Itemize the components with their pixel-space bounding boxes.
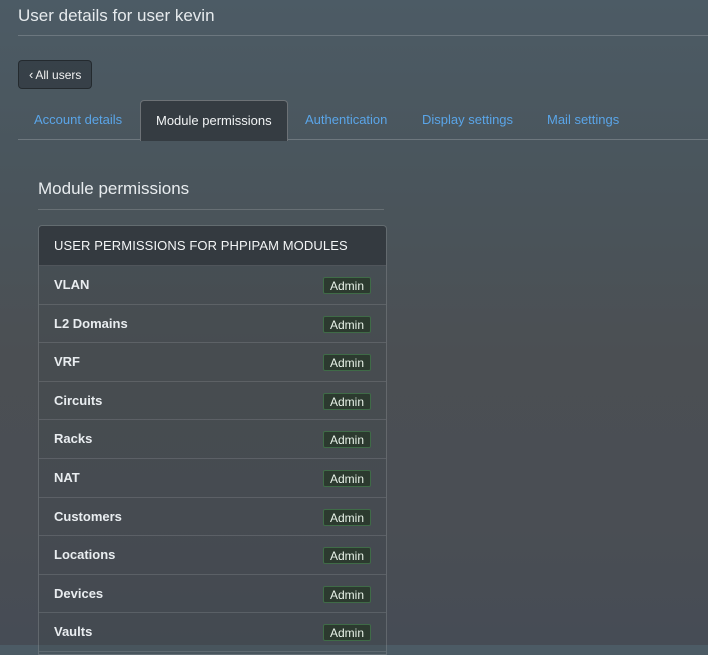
- module-name: VRF: [54, 354, 80, 370]
- permission-badge: Admin: [322, 431, 371, 449]
- table-row: Vaults Admin: [39, 613, 386, 652]
- permission-badge: Admin: [322, 392, 371, 410]
- tab-module-permissions[interactable]: Module permissions: [140, 100, 288, 141]
- module-name: Circuits: [54, 392, 103, 408]
- tab-display-settings[interactable]: Display settings: [422, 100, 513, 140]
- table-row: Circuits Admin: [39, 382, 386, 421]
- user-tabs: Account details Module permissions Authe…: [18, 100, 708, 141]
- permission-badge: Admin: [322, 585, 371, 603]
- tab-account-details[interactable]: Account details: [34, 100, 122, 140]
- all-users-label: All users: [35, 67, 82, 82]
- table-row: Devices Admin: [39, 575, 386, 614]
- section-divider: [38, 209, 384, 210]
- panel-heading: USER PERMISSIONS FOR PHPIPAM MODULES: [39, 226, 386, 266]
- module-name: NAT: [54, 469, 80, 485]
- tab-authentication[interactable]: Authentication: [305, 100, 387, 140]
- permission-badge: Admin: [322, 508, 371, 526]
- permission-badge: Admin: [322, 354, 371, 372]
- module-name: Customers: [54, 508, 122, 524]
- table-row: VLAN Admin: [39, 266, 386, 305]
- permission-badge: Admin: [322, 315, 371, 333]
- title-divider: [18, 35, 708, 36]
- table-row: VRF Admin: [39, 343, 386, 382]
- permission-badge: Admin: [322, 547, 371, 565]
- section-title: Module permissions: [38, 179, 190, 198]
- module-name: Racks: [54, 431, 93, 447]
- module-name: L2 Domains: [54, 315, 128, 331]
- module-name: Devices: [54, 585, 104, 601]
- permission-badge: Admin: [322, 624, 371, 642]
- table-row: Locations Admin: [39, 536, 386, 575]
- permissions-panel: USER PERMISSIONS FOR PHPIPAM MODULES VLA…: [38, 225, 387, 655]
- module-name: Vaults: [54, 624, 93, 640]
- table-row: Racks Admin: [39, 420, 386, 459]
- module-name: Locations: [54, 547, 116, 563]
- tab-mail-settings[interactable]: Mail settings: [547, 100, 619, 140]
- page-title: User details for user kevin: [18, 6, 215, 25]
- table-row: Customers Admin: [39, 498, 386, 537]
- chevron-left-icon: ‹: [29, 66, 34, 82]
- module-name: VLAN: [54, 277, 90, 292]
- all-users-button[interactable]: ‹ All users: [18, 60, 93, 89]
- table-row: NAT Admin: [39, 459, 386, 498]
- permission-badge: Admin: [322, 277, 371, 294]
- table-row: L2 Domains Admin: [39, 305, 386, 344]
- permission-badge: Admin: [322, 469, 371, 487]
